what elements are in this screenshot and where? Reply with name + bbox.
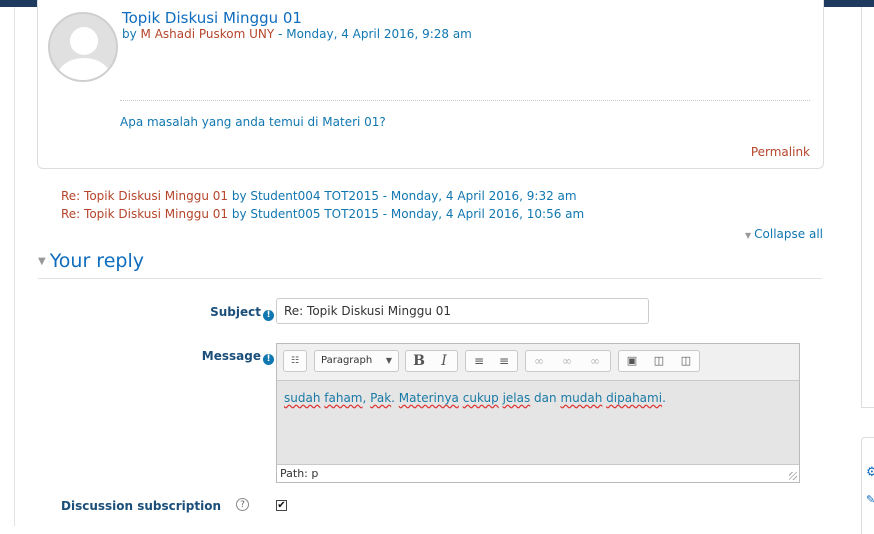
admin-block <box>861 437 874 534</box>
post-separator <box>120 100 810 101</box>
right-block-bottom <box>861 407 874 408</box>
misspelled-word: Materinya <box>398 391 459 405</box>
toolbar-toggle-group: ☷ <box>283 350 307 372</box>
misspelled-word: mudah <box>560 391 603 405</box>
reply-item[interactable]: Re: Topik Diskusi Minggu 01 by Student00… <box>61 207 584 221</box>
misspelled-word: faham <box>324 391 363 405</box>
your-reply-heading[interactable]: ▼ Your reply <box>38 250 144 272</box>
edit-icon[interactable]: ✎ <box>866 493 874 506</box>
text-punct: , <box>362 391 371 405</box>
manage-files-icon[interactable]: ◫ <box>675 351 697 371</box>
avatar-head <box>70 27 98 55</box>
post-title: Topik Diskusi Minggu 01 <box>122 9 302 27</box>
misspelled-word: cukup <box>462 391 499 405</box>
right-block-border <box>861 7 862 407</box>
message-label-text: Message <box>201 349 261 363</box>
chevron-down-icon: ▼ <box>385 356 392 365</box>
editor-content[interactable]: sudah faham, Pak. Materinya cukup jelas … <box>277 380 799 464</box>
text-style-group: B I <box>405 350 458 372</box>
bullet-list-icon[interactable]: ≡ <box>468 351 490 371</box>
text-punct: . <box>662 391 666 405</box>
text-word: dan <box>530 391 561 405</box>
unlink-icon[interactable]: ∞ <box>556 351 578 371</box>
editor-path-bar: Path: p <box>277 464 799 482</box>
author-link[interactable]: M Ashadi Puskom UNY <box>141 27 275 41</box>
editor-path: Path: p <box>280 467 319 480</box>
misspelled-word: sudah <box>284 391 321 405</box>
avatar-body <box>57 58 111 80</box>
post-message: Apa masalah yang anda temui di Materi 01… <box>120 115 386 129</box>
paragraph-format-value: Paragraph <box>321 355 373 366</box>
avatar[interactable] <box>48 12 118 82</box>
misspelled-word: Pak <box>370 391 392 405</box>
italic-icon[interactable]: I <box>433 351 455 371</box>
link-icon[interactable]: ∞ <box>528 351 550 371</box>
text-punct: . <box>391 391 399 405</box>
gear-icon[interactable]: ⚙ <box>866 465 874 480</box>
post-date: - Monday, 4 April 2016, 9:28 am <box>274 27 472 41</box>
numbered-list-icon[interactable]: ≡ <box>493 351 515 371</box>
message-text[interactable]: sudah faham, Pak. Materinya cukup jelas … <box>284 391 666 405</box>
info-icon[interactable]: ! <box>263 310 274 321</box>
section-divider <box>38 278 822 279</box>
your-reply-label: Your reply <box>49 250 144 272</box>
byline-prefix: by <box>122 27 141 41</box>
message-label: Message! <box>202 349 274 365</box>
reply-title[interactable]: Re: Topik Diskusi Minggu 01 <box>61 189 228 203</box>
misspelled-word: jelas <box>502 391 531 405</box>
section-collapse-icon: ▼ <box>38 256 46 267</box>
subject-input[interactable] <box>276 298 649 324</box>
paragraph-format-select[interactable]: Paragraph ▼ <box>314 350 399 372</box>
resize-grip-icon[interactable] <box>789 472 797 480</box>
subject-label-text: Subject <box>210 305 261 319</box>
collapse-triangle-icon: ▼ <box>745 231 752 240</box>
anchor-icon[interactable]: ∞ <box>584 351 606 371</box>
reply-item[interactable]: Re: Topik Diskusi Minggu 01 by Student00… <box>61 189 577 203</box>
bold-icon[interactable]: B <box>408 351 430 371</box>
message-editor[interactable]: ☷ Paragraph ▼ B I ≡ ≡ ∞ ∞ ∞ ▣ ◫ ◫ sudah … <box>276 343 800 483</box>
collapse-all-label[interactable]: Collapse all <box>754 227 823 241</box>
left-divider <box>14 7 15 526</box>
discussion-subscription-label: Discussion subscription <box>61 499 222 513</box>
image-icon[interactable]: ▣ <box>621 351 643 371</box>
post-byline: by M Ashadi Puskom UNY - Monday, 4 April… <box>122 27 472 41</box>
reply-meta: by Student004 TOT2015 - Monday, 4 April … <box>228 189 577 203</box>
right-block-column: ⚙ ✎ <box>846 7 874 534</box>
misspelled-word: dipahami <box>606 391 663 405</box>
media-icon[interactable]: ◫ <box>648 351 670 371</box>
media-group: ▣ ◫ ◫ <box>618 350 700 372</box>
subject-label: Subject! <box>210 305 274 321</box>
editor-toolbar: ☷ Paragraph ▼ B I ≡ ≡ ∞ ∞ ∞ ▣ ◫ ◫ <box>277 344 799 380</box>
toolbar-toggle-icon[interactable]: ☷ <box>284 351 306 371</box>
reply-title[interactable]: Re: Topik Diskusi Minggu 01 <box>61 207 228 221</box>
help-icon[interactable]: ? <box>236 498 249 511</box>
info-icon[interactable]: ! <box>263 354 274 365</box>
link-group: ∞ ∞ ∞ <box>525 350 611 372</box>
list-group: ≡ ≡ <box>465 350 518 372</box>
collapse-all-link[interactable]: ▼ Collapse all <box>745 227 823 241</box>
reply-meta: by Student005 TOT2015 - Monday, 4 April … <box>228 207 585 221</box>
permalink-link[interactable]: Permalink <box>751 145 810 159</box>
subscription-checkbox[interactable]: ✔ <box>276 500 287 511</box>
